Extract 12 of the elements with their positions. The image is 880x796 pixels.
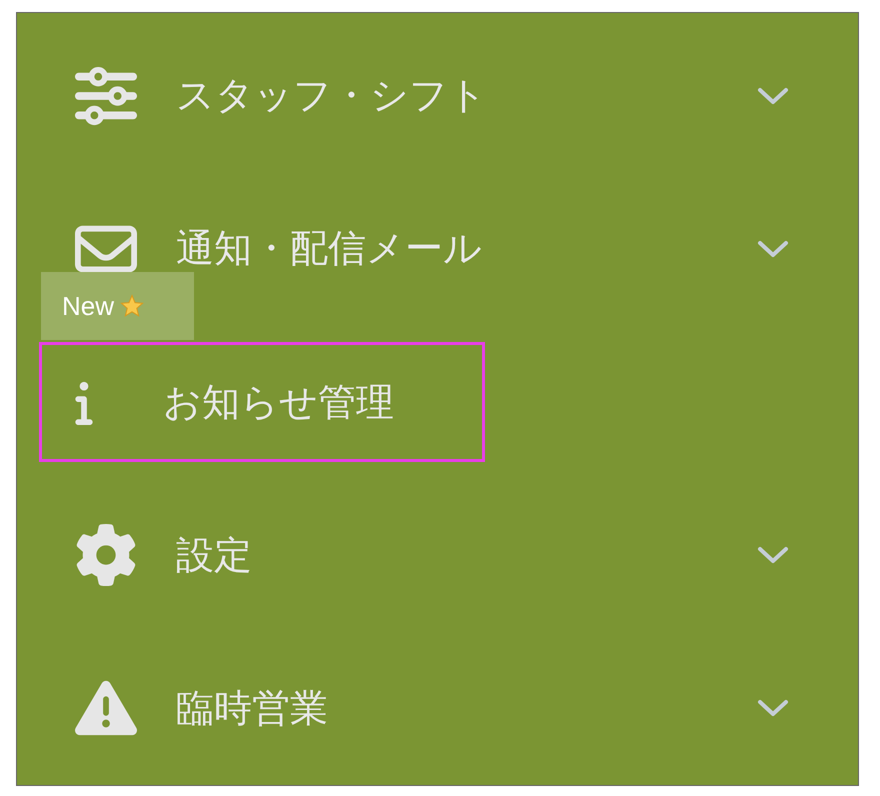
chevron-down-icon bbox=[757, 546, 789, 564]
new-badge: New bbox=[41, 272, 194, 340]
star-icon bbox=[120, 294, 144, 318]
menu-item[interactable]: 臨時営業 bbox=[71, 665, 792, 752]
menu-item[interactable]: スタッフ・シフト bbox=[71, 52, 792, 139]
chevron-down-icon bbox=[757, 699, 789, 718]
sliders-icon bbox=[75, 64, 137, 127]
chevron-down-icon bbox=[757, 240, 789, 258]
chevron-down-icon bbox=[757, 86, 789, 105]
menu-item[interactable]: お知らせ管理 bbox=[39, 342, 485, 462]
gear-icon bbox=[75, 524, 137, 586]
menu-item[interactable]: 設定 bbox=[71, 512, 792, 598]
